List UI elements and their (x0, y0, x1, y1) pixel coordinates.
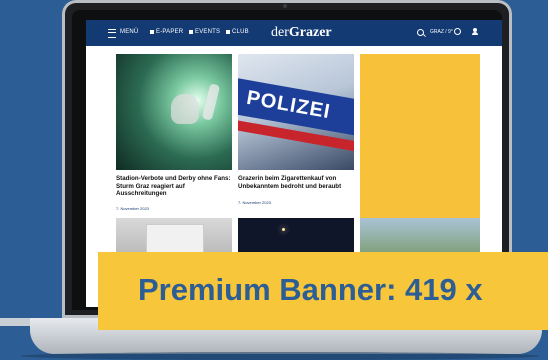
premium-banner-label: Premium Banner: 419 x (138, 272, 483, 307)
laptop-shadow (20, 352, 540, 360)
site-logo[interactable]: derGrazer (271, 25, 332, 41)
nav-item-label: EVENTS (195, 29, 221, 35)
nav-item-epaper[interactable]: E-PAPER (150, 29, 183, 35)
sun-icon (454, 28, 461, 35)
user-icon[interactable] (472, 28, 478, 36)
nav-item-events[interactable]: EVENTS (189, 29, 220, 35)
hamburger-menu-icon[interactable] (108, 29, 116, 38)
nav-item-club[interactable]: CLUB (226, 29, 249, 35)
street-lamp (282, 228, 285, 231)
search-icon[interactable] (417, 29, 424, 36)
nav-item-label: E-PAPER (156, 29, 184, 35)
raised-arm-figure (201, 83, 221, 121)
article-headline[interactable]: Stadion-Verbote und Derby ohne Fans: Stu… (116, 175, 232, 198)
weather-readout[interactable]: GRAZ / 9° (430, 29, 453, 35)
menu-label: MENÜ (120, 29, 139, 35)
ad-slot[interactable] (360, 54, 480, 234)
article-image-police[interactable]: POLIZEI (238, 54, 354, 170)
square-icon (150, 30, 154, 34)
article-headline[interactable]: Grazerin beim Zigarettenkauf von Unbekan… (238, 175, 354, 190)
logo-name: Grazer (288, 25, 332, 40)
article-image-fans[interactable] (116, 54, 232, 170)
menu-button[interactable]: MENÜ (120, 29, 138, 35)
square-icon (189, 30, 193, 34)
logo-prefix: der (271, 25, 289, 40)
article-date: 7. November 2023 (116, 206, 149, 211)
masked-fan-figure (171, 94, 199, 124)
webcam-icon (283, 4, 287, 8)
nav-item-label: CLUB (232, 29, 249, 35)
premium-banner: Premium Banner: 419 x (98, 252, 548, 330)
article-date: 7. November 2023 (238, 200, 271, 205)
site-header: MENÜ E-PAPER EVENTS CLUB derGrazer GRAZ … (86, 20, 502, 46)
square-icon (226, 30, 230, 34)
